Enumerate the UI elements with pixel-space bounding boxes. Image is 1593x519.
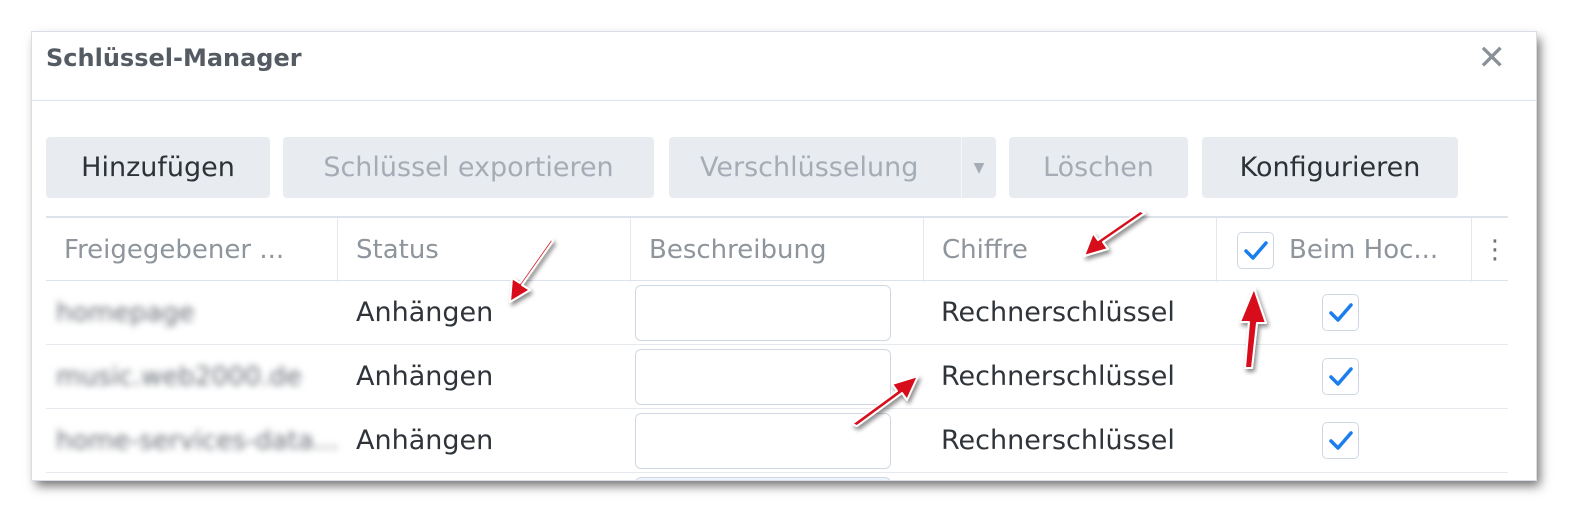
- table-header: Freigegebener ... Status Beschreibung Ch…: [46, 216, 1508, 282]
- column-header-status[interactable]: Status: [338, 218, 631, 282]
- checkmark-icon: [1243, 240, 1268, 260]
- delete-button[interactable]: Löschen: [1009, 137, 1188, 198]
- configure-button-label: Konfigurieren: [1239, 152, 1421, 183]
- delete-button-label: Löschen: [1043, 152, 1154, 183]
- dialog-titlebar: Schlüssel-Manager ✕: [32, 32, 1536, 101]
- table-row[interactable]: homepage Anhängen Rechnerschlüssel: [46, 281, 1508, 345]
- encryption-split-button[interactable]: Verschlüsselung ▼: [669, 137, 996, 198]
- table-row[interactable]: [46, 473, 1508, 480]
- checkmark-icon: [1328, 302, 1353, 322]
- cipher-text: Rechnerschlüssel: [941, 297, 1175, 328]
- description-field[interactable]: [635, 413, 891, 469]
- column-header-shared-folder[interactable]: Freigegebener ...: [46, 218, 338, 282]
- export-key-button-label: Schlüssel exportieren: [323, 152, 614, 183]
- status-text: Anhängen: [356, 361, 494, 392]
- configure-button[interactable]: Konfigurieren: [1202, 137, 1458, 198]
- encryption-button-label: Verschlüsselung: [700, 152, 919, 183]
- cipher-text: Rechnerschlüssel: [941, 425, 1175, 456]
- dialog-title: Schlüssel-Manager: [46, 44, 302, 72]
- column-header-cipher[interactable]: Chiffre: [924, 218, 1217, 282]
- shared-folder-name: home-services-data...: [56, 425, 339, 456]
- mount-at-boot-checkbox[interactable]: [1322, 358, 1359, 395]
- column-header-description[interactable]: Beschreibung: [631, 218, 924, 282]
- description-field[interactable]: [635, 477, 891, 480]
- mount-at-boot-checkbox[interactable]: [1322, 294, 1359, 331]
- description-field[interactable]: [635, 285, 891, 341]
- add-button-label: Hinzufügen: [81, 152, 235, 183]
- close-icon[interactable]: ✕: [1478, 38, 1507, 78]
- column-menu-icon[interactable]: ⋮: [1472, 218, 1508, 282]
- add-button[interactable]: Hinzufügen: [46, 137, 270, 198]
- header-select-all-checkbox[interactable]: [1237, 232, 1274, 269]
- cipher-text: Rechnerschlüssel: [941, 361, 1175, 392]
- key-manager-dialog: Schlüssel-Manager ✕ Hinzufügen Schlüssel…: [32, 32, 1536, 480]
- export-key-button[interactable]: Schlüssel exportieren: [283, 137, 654, 198]
- description-field[interactable]: [635, 349, 891, 405]
- table-row[interactable]: home-services-data... Anhängen Rechnersc…: [46, 409, 1508, 473]
- column-header-mount-label: Beim Hoc...: [1289, 235, 1439, 265]
- status-text: Anhängen: [356, 297, 494, 328]
- shared-folder-name: music.web2000.de: [56, 361, 302, 392]
- table-row[interactable]: music.web2000.de Anhängen Rechnerschlüss…: [46, 345, 1508, 409]
- checkmark-icon: [1328, 366, 1353, 386]
- shared-folder-name: homepage: [56, 297, 195, 328]
- checkmark-icon: [1328, 430, 1353, 450]
- status-text: Anhängen: [356, 425, 494, 456]
- mount-at-boot-checkbox[interactable]: [1322, 422, 1359, 459]
- chevron-down-icon[interactable]: ▼: [961, 137, 996, 198]
